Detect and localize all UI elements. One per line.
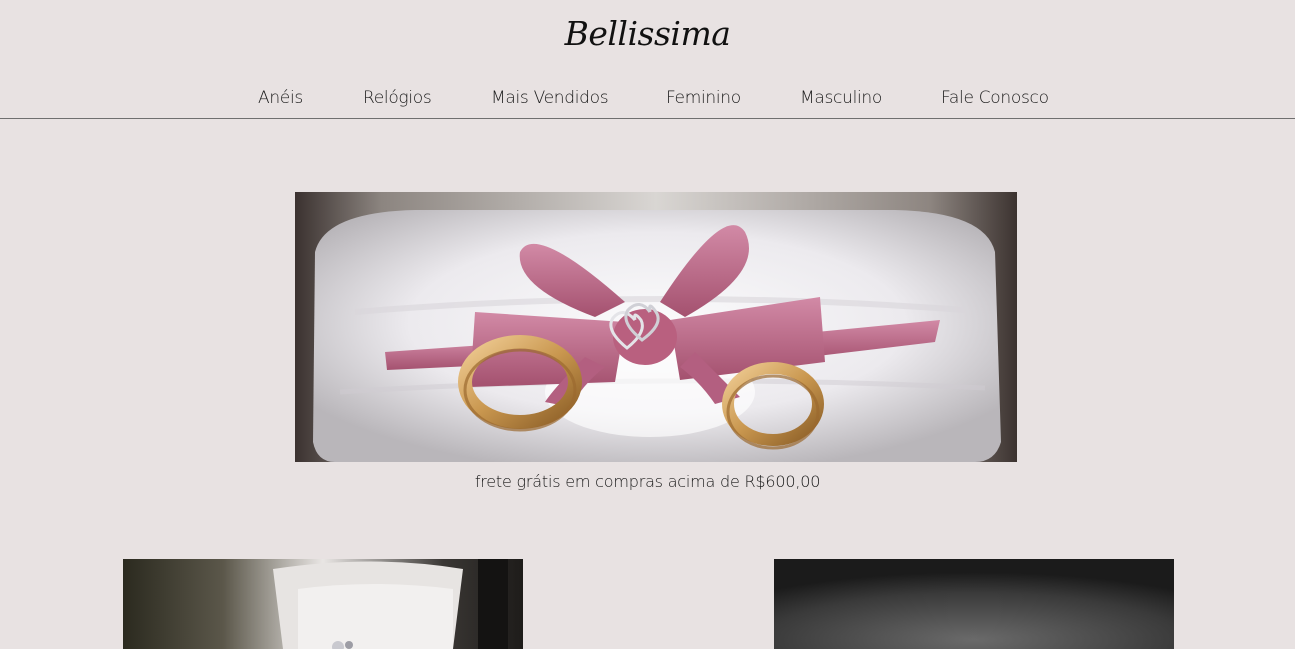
- nav-item-fale-conosco[interactable]: Fale Conosco: [941, 88, 1049, 108]
- nav-item-relogios[interactable]: Relógios: [363, 88, 432, 108]
- nav-item-aneis[interactable]: Anéis: [258, 88, 303, 108]
- main-nav: Anéis Relógios Mais Vendidos Feminino Ma…: [0, 88, 1295, 112]
- brand-logo[interactable]: Bellissima: [0, 14, 1295, 53]
- hero-banner-image: [295, 192, 1017, 462]
- nav-item-feminino[interactable]: Feminino: [666, 88, 741, 108]
- product-card-image[interactable]: [774, 559, 1174, 649]
- product-card-image[interactable]: [123, 559, 523, 649]
- site-header: Bellissima Anéis Relógios Mais Vendidos …: [0, 0, 1295, 119]
- free-shipping-banner: frete grátis em compras acima de R$600,0…: [474, 472, 821, 491]
- nav-item-mais-vendidos[interactable]: Mais Vendidos: [491, 88, 609, 108]
- nav-item-masculino[interactable]: Masculino: [800, 88, 882, 108]
